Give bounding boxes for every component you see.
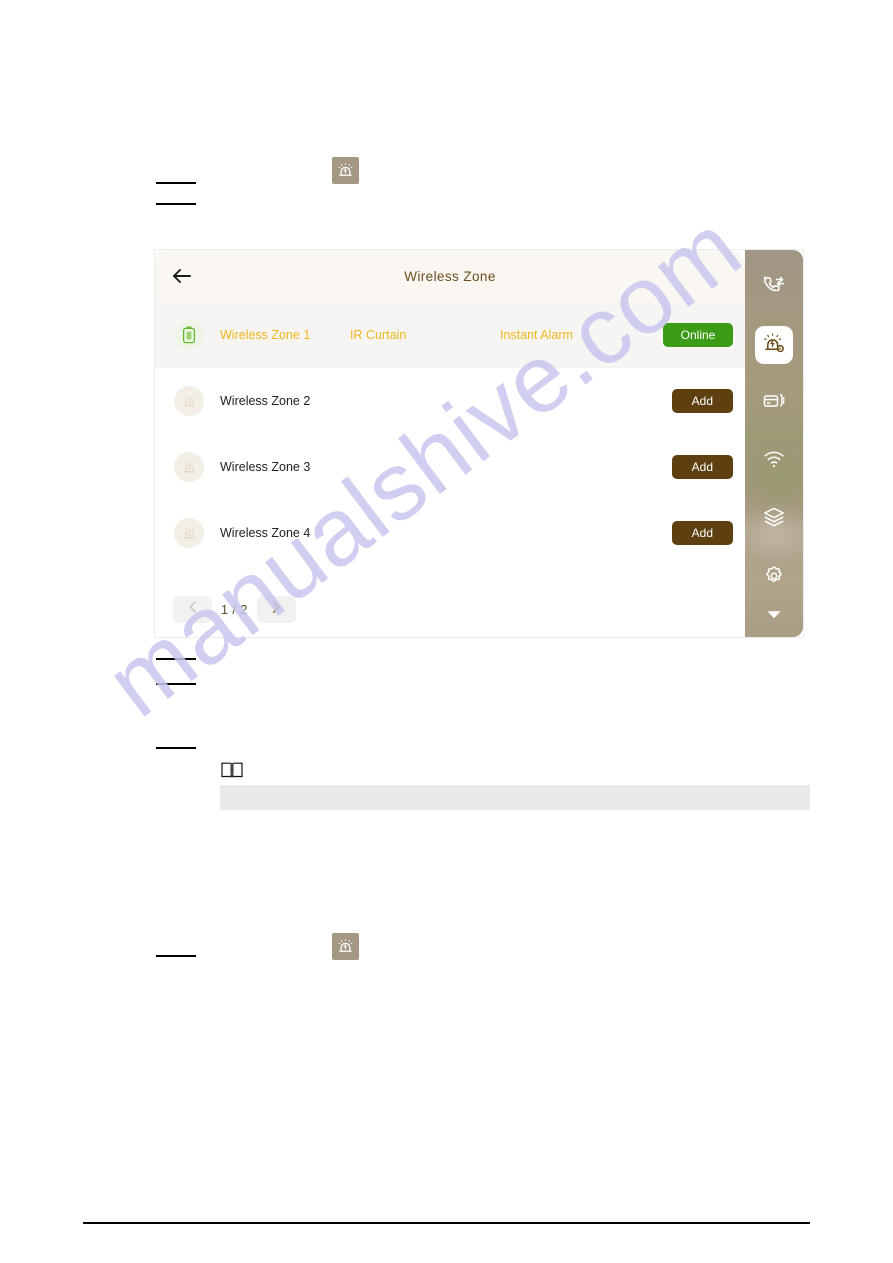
wifi-icon (762, 447, 786, 476)
battery-icon (174, 320, 204, 350)
card-icon (762, 389, 786, 418)
redacted-line (156, 203, 196, 205)
device-main-area: Wireless Zone Wireless Zone 1 IR Curtain… (155, 250, 745, 637)
table-row[interactable]: Wireless Zone 3 Add (155, 434, 745, 500)
chevron-right-icon (270, 600, 282, 619)
status-badge-online[interactable]: Online (663, 323, 733, 347)
rail-item-layers[interactable] (755, 500, 793, 538)
gear-icon (762, 563, 786, 592)
alarm-bell-icon (174, 386, 204, 416)
zone-action: Add (671, 389, 733, 413)
zone-name: Wireless Zone 3 (220, 460, 311, 474)
rail-item-wifi[interactable] (755, 442, 793, 480)
zone-action: Online (663, 323, 733, 347)
alarm-bell-icon (174, 452, 204, 482)
pagination-next-button[interactable] (256, 596, 296, 623)
redacted-line (156, 658, 196, 660)
add-button[interactable]: Add (671, 389, 733, 413)
alarm-icon-bottom (332, 933, 359, 960)
zone-type: IR Curtain (350, 328, 407, 342)
redacted-line (156, 955, 196, 957)
alarm-icon-top (332, 157, 359, 184)
rail-item-alarm[interactable] (755, 326, 793, 364)
wireless-zone-list: Wireless Zone 1 IR Curtain Instant Alarm… (155, 302, 745, 566)
note-content-box (220, 785, 810, 810)
redacted-line (156, 683, 196, 685)
zone-mode: Instant Alarm (500, 328, 573, 342)
add-button[interactable]: Add (671, 521, 733, 545)
redacted-line (156, 182, 196, 184)
table-row[interactable]: Wireless Zone 2 Add (155, 368, 745, 434)
call-transfer-icon (762, 273, 786, 302)
page-title: Wireless Zone (404, 268, 496, 284)
chevron-down-icon (765, 607, 783, 625)
app-header: Wireless Zone (155, 250, 745, 302)
alarm-bell-icon (174, 518, 204, 548)
zone-action: Add (671, 455, 733, 479)
zone-action: Add (671, 521, 733, 545)
rail-item-settings[interactable] (755, 558, 793, 596)
alarm-settings-icon (762, 331, 786, 360)
rail-item-list (745, 250, 803, 616)
layers-icon (762, 505, 786, 534)
table-row[interactable]: Wireless Zone 1 IR Curtain Instant Alarm… (155, 302, 745, 368)
zone-name: Wireless Zone 2 (220, 394, 311, 408)
zone-name: Wireless Zone 4 (220, 526, 311, 540)
redacted-line (156, 747, 196, 749)
pagination: 1 / 2 (173, 596, 296, 623)
pagination-prev-button[interactable] (173, 596, 212, 623)
rail-more-button[interactable] (745, 607, 803, 625)
device-screenshot-panel: Wireless Zone Wireless Zone 1 IR Curtain… (155, 250, 803, 637)
book-note-icon (220, 760, 244, 780)
rail-item-card[interactable] (755, 384, 793, 422)
chevron-left-icon (187, 600, 199, 619)
zone-name: Wireless Zone 1 (220, 328, 311, 342)
back-arrow-icon[interactable] (167, 263, 197, 289)
add-button[interactable]: Add (671, 455, 733, 479)
pagination-label: 1 / 2 (221, 602, 248, 617)
table-row[interactable]: Wireless Zone 4 Add (155, 500, 745, 566)
footer-separator (83, 1222, 810, 1224)
rail-item-call[interactable] (755, 268, 793, 306)
side-rail (745, 250, 803, 637)
